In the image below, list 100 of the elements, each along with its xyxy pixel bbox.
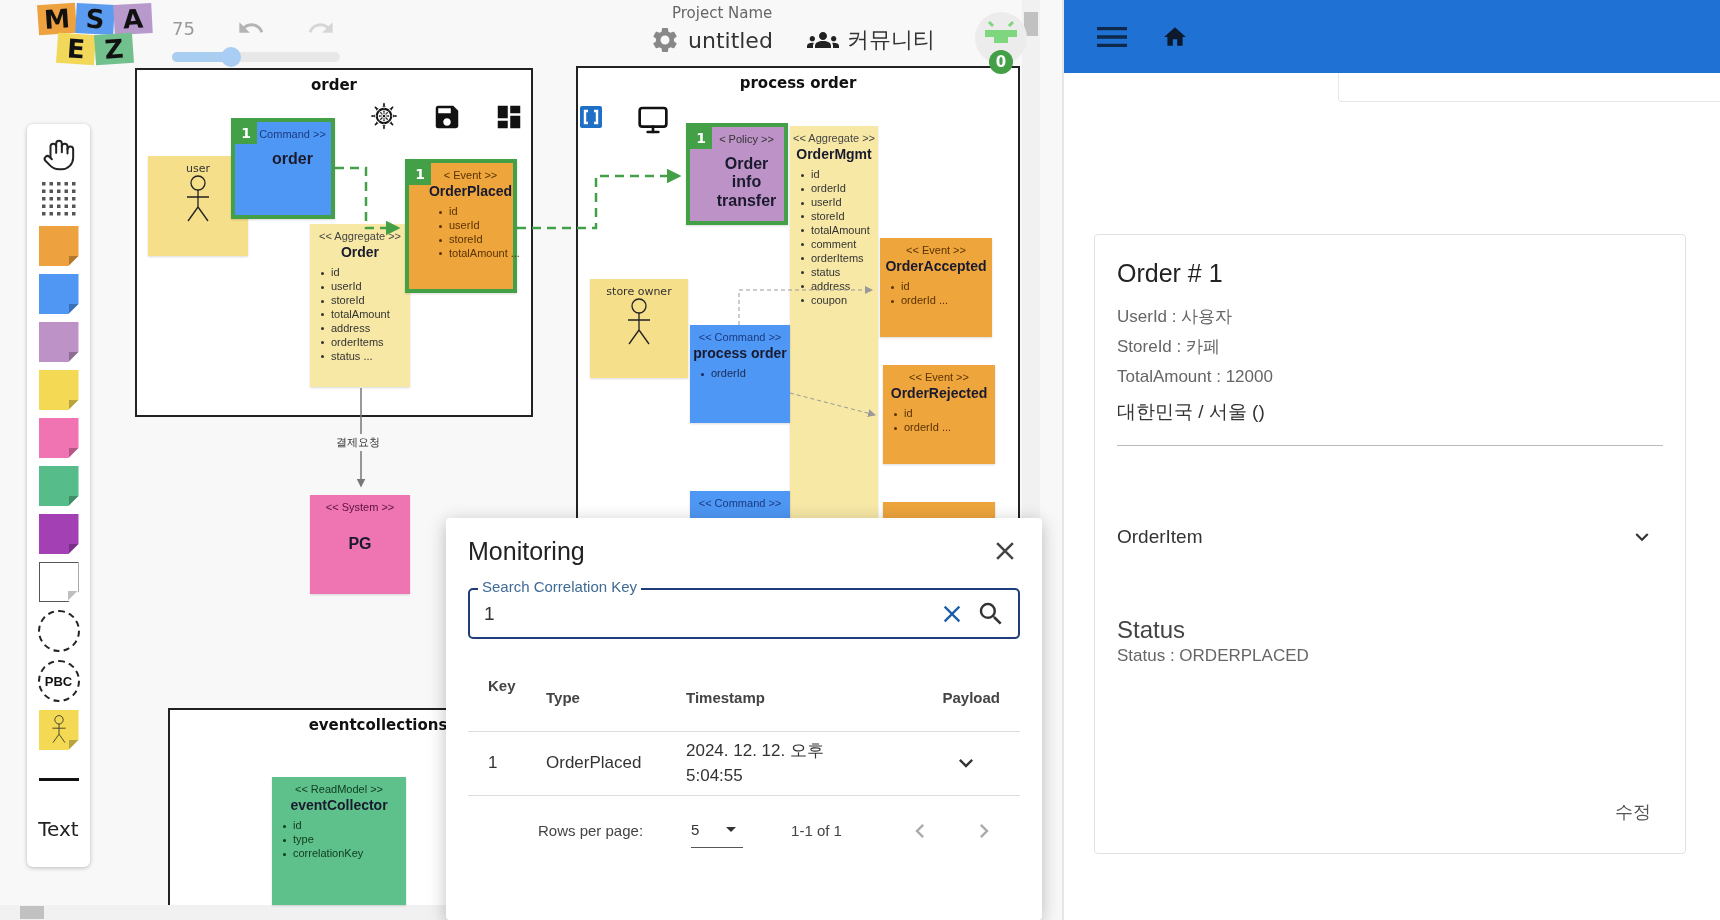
node-title: PG	[348, 535, 372, 554]
card-title: Order # 1	[1117, 259, 1224, 288]
event-sticky[interactable]: 1 < Event >> OrderPlaced id userId storeId totalAmount ...	[405, 159, 517, 293]
sticky-note-tool[interactable]	[38, 466, 79, 506]
count-badge: 1	[690, 127, 712, 149]
table-cell: OrderPlaced	[546, 753, 642, 772]
event-sticky[interactable]: << Event >> OrderRejected id orderId ...	[883, 365, 995, 464]
node-title: Order	[340, 244, 380, 261]
field-label: type	[283, 833, 314, 848]
slider-thumb[interactable]	[220, 47, 241, 67]
node-title: Order info transfer	[715, 155, 778, 211]
count-badge: 1	[409, 163, 431, 185]
sticky-note-tool[interactable]	[38, 274, 79, 314]
field-label: orderId	[801, 182, 846, 197]
node-title: process order	[693, 345, 787, 362]
ship-wheel-icon[interactable]	[370, 102, 398, 130]
line-tool[interactable]	[38, 778, 79, 781]
system-sticky[interactable]: << System >> PG	[310, 495, 410, 594]
info-line: StoreId : 카페	[1117, 335, 1221, 358]
sticky-note-tool[interactable]	[38, 514, 79, 554]
project-name[interactable]: untitled	[688, 27, 773, 53]
actor-note-tool[interactable]	[38, 710, 79, 750]
actor-sticky[interactable]: store owner	[590, 279, 688, 378]
field-label: id	[801, 168, 820, 183]
field-label: status	[801, 265, 841, 280]
info-line: TotalAmount : 12000	[1117, 365, 1274, 388]
sticky-note-tool[interactable]	[38, 418, 79, 458]
field-label: orderId	[701, 367, 746, 382]
context-title: eventcollections	[307, 716, 449, 734]
settings-icon[interactable]	[650, 25, 680, 55]
sticky-note-tool[interactable]	[38, 322, 79, 362]
logo-letter: S	[75, 3, 115, 35]
field-label: coupon	[801, 293, 848, 308]
field-label: totalAmount ...	[439, 247, 520, 261]
actor-label: store owner	[606, 285, 672, 298]
status-line: Status : ORDERPLACED	[1117, 645, 1310, 668]
context-title: order	[310, 76, 358, 94]
logo-letter: A	[113, 3, 153, 35]
project-label: Project Name	[672, 4, 773, 22]
command-sticky[interactable]: << Command >>	[690, 491, 790, 518]
rows-per-page-select[interactable]: 5	[691, 813, 744, 848]
stick-figure-icon	[49, 715, 68, 745]
table-cell: 1	[488, 753, 498, 772]
stereotype-label: << Command >>	[698, 331, 782, 343]
order-item-expander[interactable]: OrderItem	[1117, 524, 1663, 551]
field-label: correlationKey	[283, 847, 364, 861]
hand-icon[interactable]	[41, 138, 76, 172]
column-header: Payload	[942, 689, 1000, 707]
page-range: 1-1 of 1	[791, 822, 842, 839]
stereotype-label: Command >>	[259, 128, 326, 140]
field-label: orderId ...	[891, 294, 949, 309]
edit-button[interactable]: 수정	[1609, 799, 1657, 825]
node-title: OrderAccepted	[885, 258, 987, 275]
field-label: Search Correlation Key	[478, 578, 642, 596]
info-line: UserId : 사용자	[1117, 306, 1234, 328]
logo-letter: E	[56, 32, 96, 66]
actor-sticky[interactable]: user	[148, 156, 248, 256]
field-label: id	[283, 819, 302, 834]
blank-note-tool[interactable]	[38, 562, 79, 602]
stereotype-label: << System >>	[325, 501, 395, 513]
stereotype-label: << Command >>	[698, 497, 782, 509]
stereotype-label: << Aggregate >>	[793, 132, 875, 144]
field-label: totalAmount	[321, 308, 390, 322]
field-label: storeId	[439, 233, 483, 247]
logo[interactable]: M S A E Z	[38, 4, 152, 64]
command-sticky[interactable]: 1 Command >> order	[231, 118, 335, 219]
context-title: process order	[738, 74, 858, 92]
field-label: storeId	[801, 210, 845, 224]
actor-label: user	[186, 162, 210, 175]
logo-letter: Z	[94, 32, 134, 66]
field-label: id	[891, 280, 910, 295]
bracket-icon[interactable]	[579, 105, 603, 129]
logo-letter: M	[37, 2, 77, 36]
stereotype-label: << Event >>	[906, 244, 966, 256]
relation-label: 결제요청	[336, 434, 380, 451]
pbc-tool[interactable]: PBC	[37, 660, 80, 702]
field-label: orderItems	[801, 251, 864, 266]
node-title: order	[272, 150, 313, 169]
address-text: 대한민국 / 서울 ()	[1117, 399, 1663, 447]
text-tool[interactable]: Text	[38, 817, 79, 841]
field-label: id	[321, 266, 340, 281]
field-label: status ...	[321, 349, 373, 364]
event-sticky[interactable]: << Event >> OrderAccepted id orderId ...	[880, 238, 992, 337]
field-label: userId	[321, 280, 362, 295]
policy-sticky[interactable]: 1 < Policy >> Order info transfer	[686, 123, 788, 225]
stereotype-label: << Aggregate >>	[319, 230, 401, 242]
command-sticky[interactable]: << Command >> process order orderId	[690, 325, 790, 423]
zoom-slider[interactable]	[172, 47, 340, 67]
node-title: eventCollector	[290, 797, 388, 814]
monitor-icon[interactable]	[637, 104, 669, 136]
dotted-grid-icon[interactable]	[39, 180, 78, 218]
community-link[interactable]: 커뮤니티	[846, 25, 935, 55]
field-label: storeId	[321, 294, 365, 308]
field-label: orderId ...	[894, 421, 952, 436]
sticky-note-tool[interactable]	[38, 226, 79, 266]
dashed-circle-tool[interactable]	[37, 610, 80, 652]
readmodel-sticky[interactable]: << ReadModel >> eventCollector id type correlationKey	[272, 777, 406, 905]
zoom-value: 75	[172, 17, 195, 39]
node-title: OrderRejected	[890, 385, 988, 402]
aggregate-sticky[interactable]: << Aggregate >> Order id userId storeId totalAmount address orderItems status ...	[310, 224, 410, 387]
